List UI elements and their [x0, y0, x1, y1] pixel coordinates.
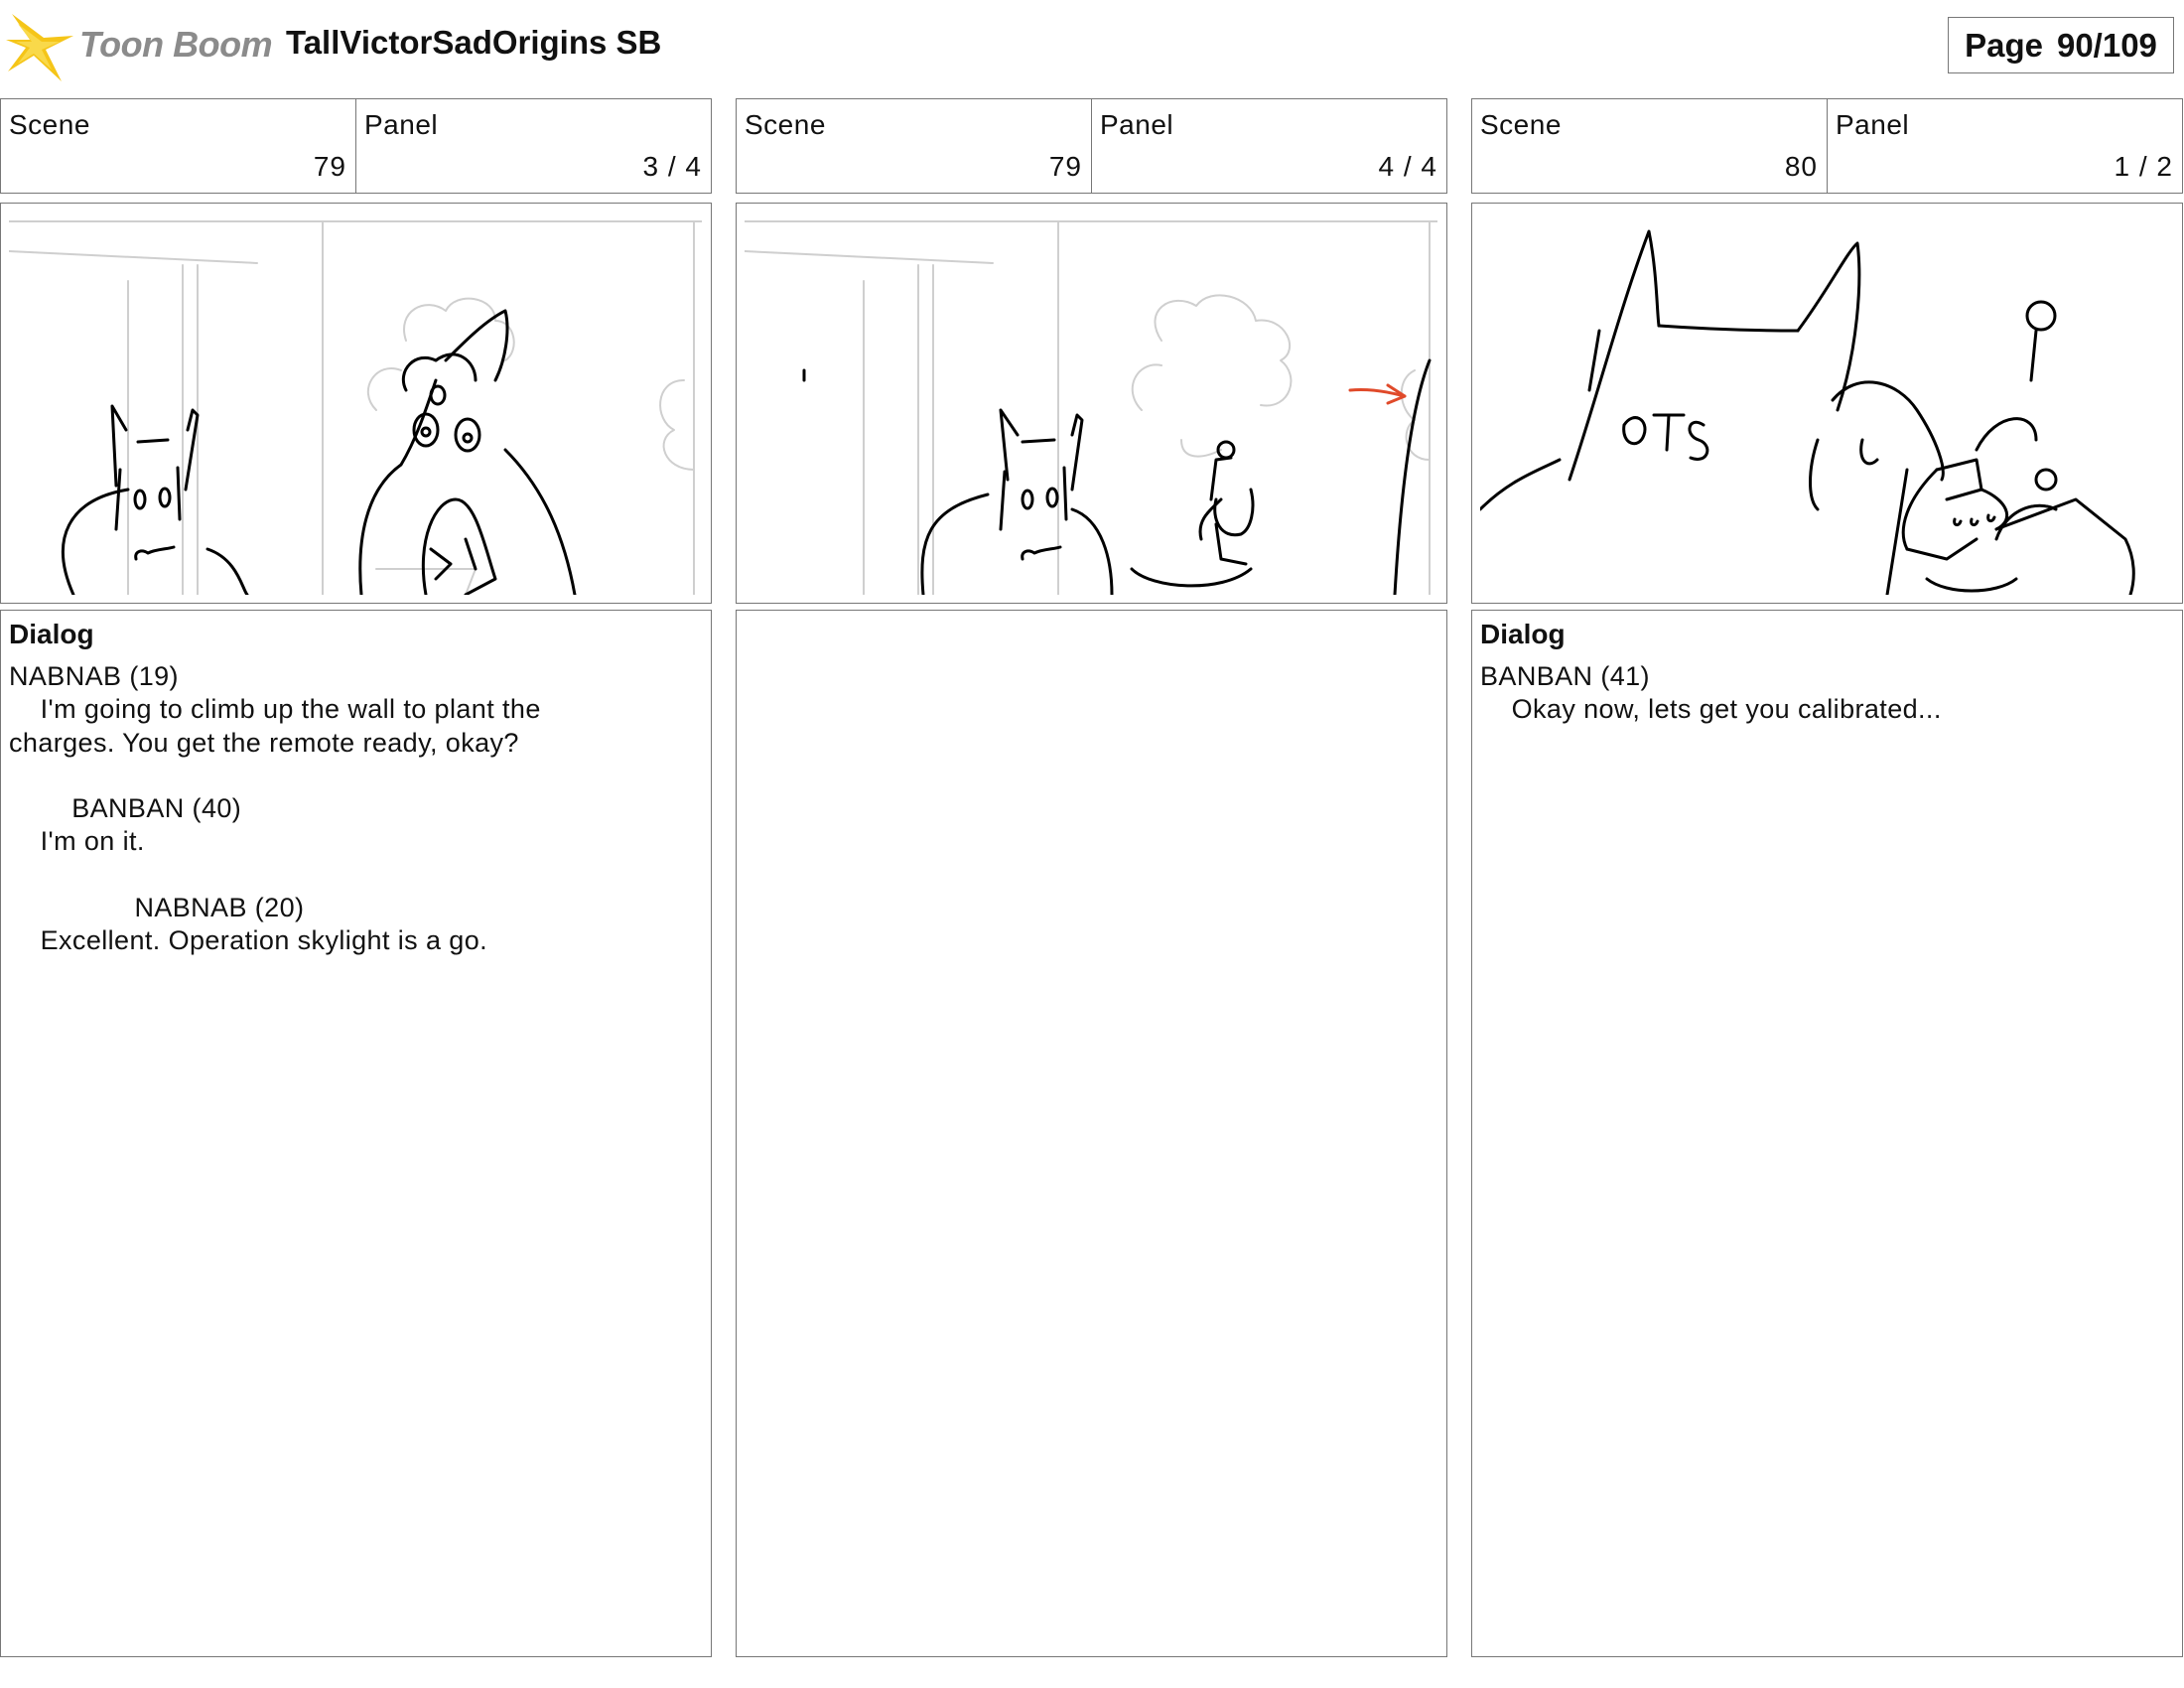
panel-header: Scene 80 Panel 1 / 2	[1471, 98, 2183, 194]
panel-cell: Panel 4 / 4	[1092, 99, 1446, 193]
scene-cell: Scene 80	[1472, 99, 1828, 193]
page-label: Page	[1965, 26, 2043, 64]
dialog-heading: Dialog	[1480, 619, 1566, 649]
dialog-box: Dialog NABNAB (19) I'm going to climb up…	[0, 610, 712, 1657]
panel-label: Panel	[364, 109, 439, 140]
toon-boom-logo: Toon Boom	[4, 10, 273, 85]
panel-number: 1 / 2	[2114, 151, 2173, 182]
document-title: TallVictorSadOrigins SB	[286, 24, 662, 61]
panel-header: Scene 79 Panel 3 / 4	[0, 98, 712, 194]
dialog-box: Dialog BANBAN (41) Okay now, lets get yo…	[1471, 610, 2183, 1657]
panel-cell: Panel 1 / 2	[1828, 99, 2182, 193]
page-number: 90/109	[2056, 26, 2157, 64]
storyboard-image	[736, 203, 1447, 604]
panel-number: 3 / 4	[642, 151, 702, 182]
panel-label: Panel	[1100, 109, 1174, 140]
dialog-text: BANBAN (41) Okay now, lets get you calib…	[1480, 661, 1942, 725]
panel-cell: Panel 3 / 4	[356, 99, 711, 193]
logo-text: Toon Boom	[79, 24, 273, 65]
storyboard-image	[1471, 203, 2183, 604]
scene-number: 79	[1048, 151, 1082, 182]
panel-label: Panel	[1836, 109, 1910, 140]
page-indicator: Page 90/109	[1948, 17, 2174, 73]
storyboard-sketch	[1480, 229, 2135, 595]
panel-number: 4 / 4	[1378, 151, 1437, 182]
scene-number: 80	[1784, 151, 1818, 182]
dialog-box	[736, 610, 1447, 1657]
scene-cell: Scene 79	[1, 99, 356, 193]
storyboard-sketch	[745, 220, 1437, 595]
scene-number: 79	[313, 151, 346, 182]
starburst-icon	[6, 14, 73, 81]
scene-label: Scene	[745, 109, 826, 140]
panel-header: Scene 79 Panel 4 / 4	[736, 98, 1447, 194]
scene-label: Scene	[1480, 109, 1562, 140]
scene-cell: Scene 79	[737, 99, 1092, 193]
scene-label: Scene	[9, 109, 90, 140]
storyboard-sketch	[9, 220, 702, 595]
storyboard-image	[0, 203, 712, 604]
dialog-text: NABNAB (19) I'm going to climb up the wa…	[9, 661, 541, 956]
dialog-heading: Dialog	[9, 619, 94, 649]
